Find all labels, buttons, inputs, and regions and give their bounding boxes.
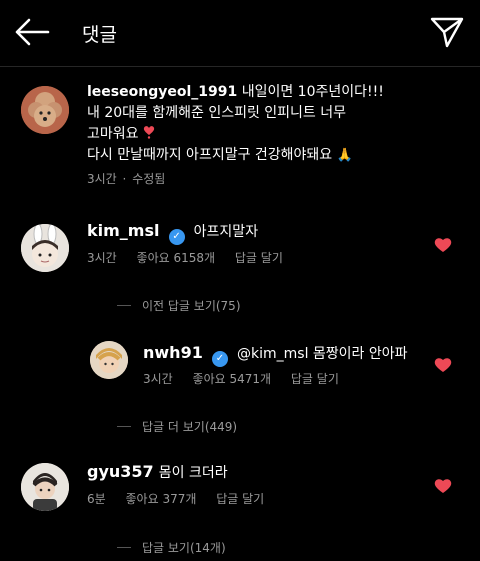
post-text-line3: 고마워요: [87, 126, 139, 142]
reply-button[interactable]: 답글 달기: [291, 372, 339, 386]
comment-likes[interactable]: 좋아요 5471개: [193, 372, 272, 386]
avatar-kim-msl[interactable]: [21, 224, 69, 272]
comment-kim-msl: kim_msl ✓ 아프지말자: [87, 221, 258, 245]
comment-meta: 3시간 좋아요 5471개 답글 달기: [143, 370, 355, 387]
comment-gyu357: gyu357 몸이 크더라: [87, 462, 228, 482]
comment-nwh91: nwh91 ✓ @kim_msl 몸짱이라 안아파: [143, 343, 408, 367]
post-edited-label: 수정됨: [132, 172, 166, 186]
avatar-leeseongyeol[interactable]: [21, 86, 69, 134]
heart-icon[interactable]: [434, 357, 452, 373]
comment-username[interactable]: nwh91: [143, 343, 203, 362]
comment-likes[interactable]: 좋아요 6158개: [137, 251, 216, 265]
post-text-line4: 다시 만날때까지 아프지말구 건강해야돼요: [87, 147, 333, 163]
post-meta-separator: ·: [122, 172, 127, 186]
comment-time: 3시간: [143, 372, 173, 386]
post-text-line1: 내일이면 10주년이다!!!: [241, 84, 384, 100]
heart-exclamation-icon: [143, 126, 155, 139]
comment-time: 3시간: [87, 251, 117, 265]
post-time: 3시간: [87, 172, 117, 186]
reply-button[interactable]: 답글 달기: [235, 251, 283, 265]
poodle-avatar-image: [21, 86, 69, 134]
portrait-avatar-image: [21, 463, 69, 511]
view-previous-replies[interactable]: 이전 답글 보기(75): [142, 297, 241, 314]
header-divider: [0, 66, 480, 67]
header-bar: [0, 0, 480, 66]
post-username[interactable]: leeseongyeol_1991: [87, 84, 237, 100]
post-text-line2: 내 20대를 함께해준 인스피릿 인피니트 너무: [87, 105, 347, 121]
back-arrow-icon[interactable]: [12, 16, 52, 48]
avatar-gyu357[interactable]: [21, 463, 69, 511]
replies-divider: [117, 305, 131, 306]
post-caption: leeseongyeol_1991 내일이면 10주년이다!!! 내 20대를 …: [87, 82, 467, 190]
page-title: 댓글: [82, 24, 117, 46]
folded-hands-icon: 🙏: [336, 148, 353, 163]
heart-icon[interactable]: [434, 237, 452, 253]
reply-button[interactable]: 답글 달기: [216, 492, 264, 506]
comment-meta: 3시간 좋아요 6158개 답글 달기: [87, 249, 299, 266]
comment-text: 아프지말자: [193, 224, 259, 240]
comment-time: 6분: [87, 492, 106, 506]
heart-icon[interactable]: [434, 478, 452, 494]
avatar-nwh91[interactable]: [90, 341, 128, 379]
verified-badge-icon: ✓: [211, 351, 228, 367]
comment-username[interactable]: kim_msl: [87, 221, 159, 240]
replies-divider: [117, 426, 131, 427]
comment-likes[interactable]: 좋아요 377개: [126, 492, 197, 506]
comment-text: @kim_msl 몸짱이라 안아파: [237, 346, 408, 362]
portrait-avatar-image: [90, 341, 128, 379]
view-more-replies[interactable]: 답글 더 보기(449): [142, 418, 237, 435]
comment-text: 몸이 크더라: [158, 465, 228, 481]
bunny-avatar-image: [21, 224, 69, 272]
comment-meta: 6분 좋아요 377개 답글 달기: [87, 490, 280, 507]
verified-badge-icon: ✓: [168, 229, 185, 245]
comment-username[interactable]: gyu357: [87, 462, 154, 481]
replies-divider: [117, 547, 131, 548]
view-replies[interactable]: 답글 보기(14개): [142, 539, 226, 556]
send-icon[interactable]: [428, 14, 466, 50]
